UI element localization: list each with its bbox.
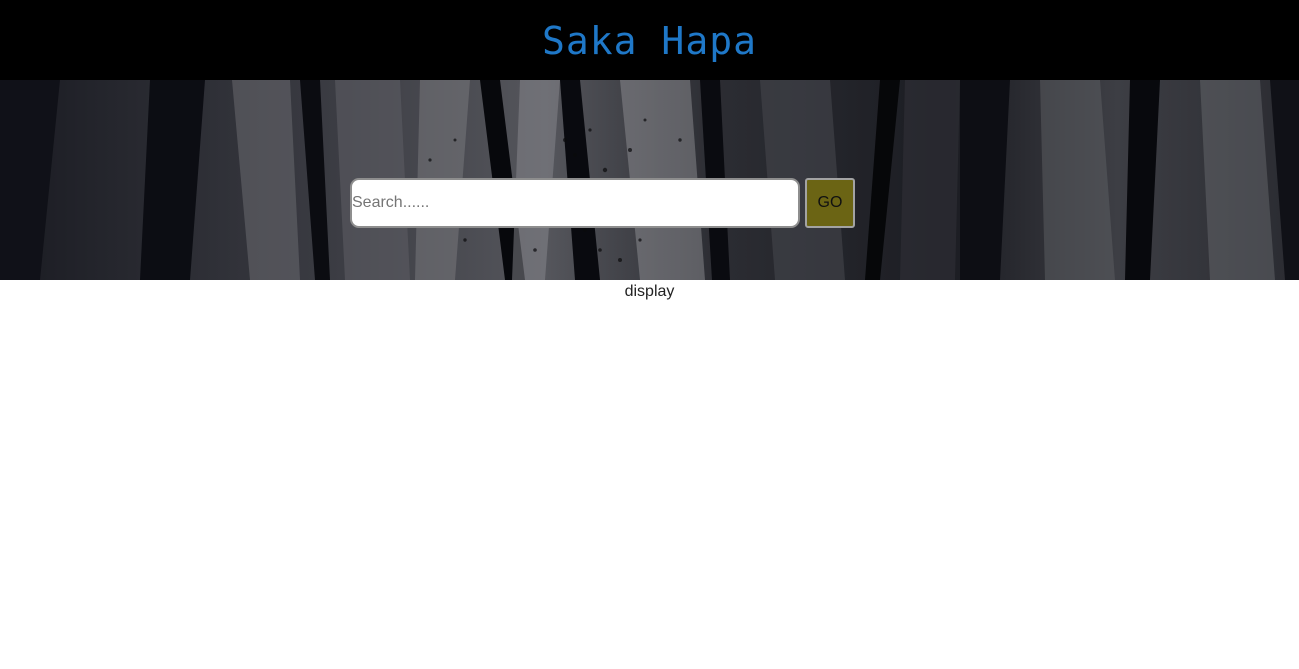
display-output: display <box>624 283 675 300</box>
site-title: Saka Hapa <box>542 19 757 63</box>
go-button[interactable]: GO <box>805 178 855 228</box>
hero-banner: GO <box>0 80 1299 280</box>
search-input[interactable] <box>350 178 800 228</box>
header-bar: Saka Hapa <box>0 0 1299 80</box>
